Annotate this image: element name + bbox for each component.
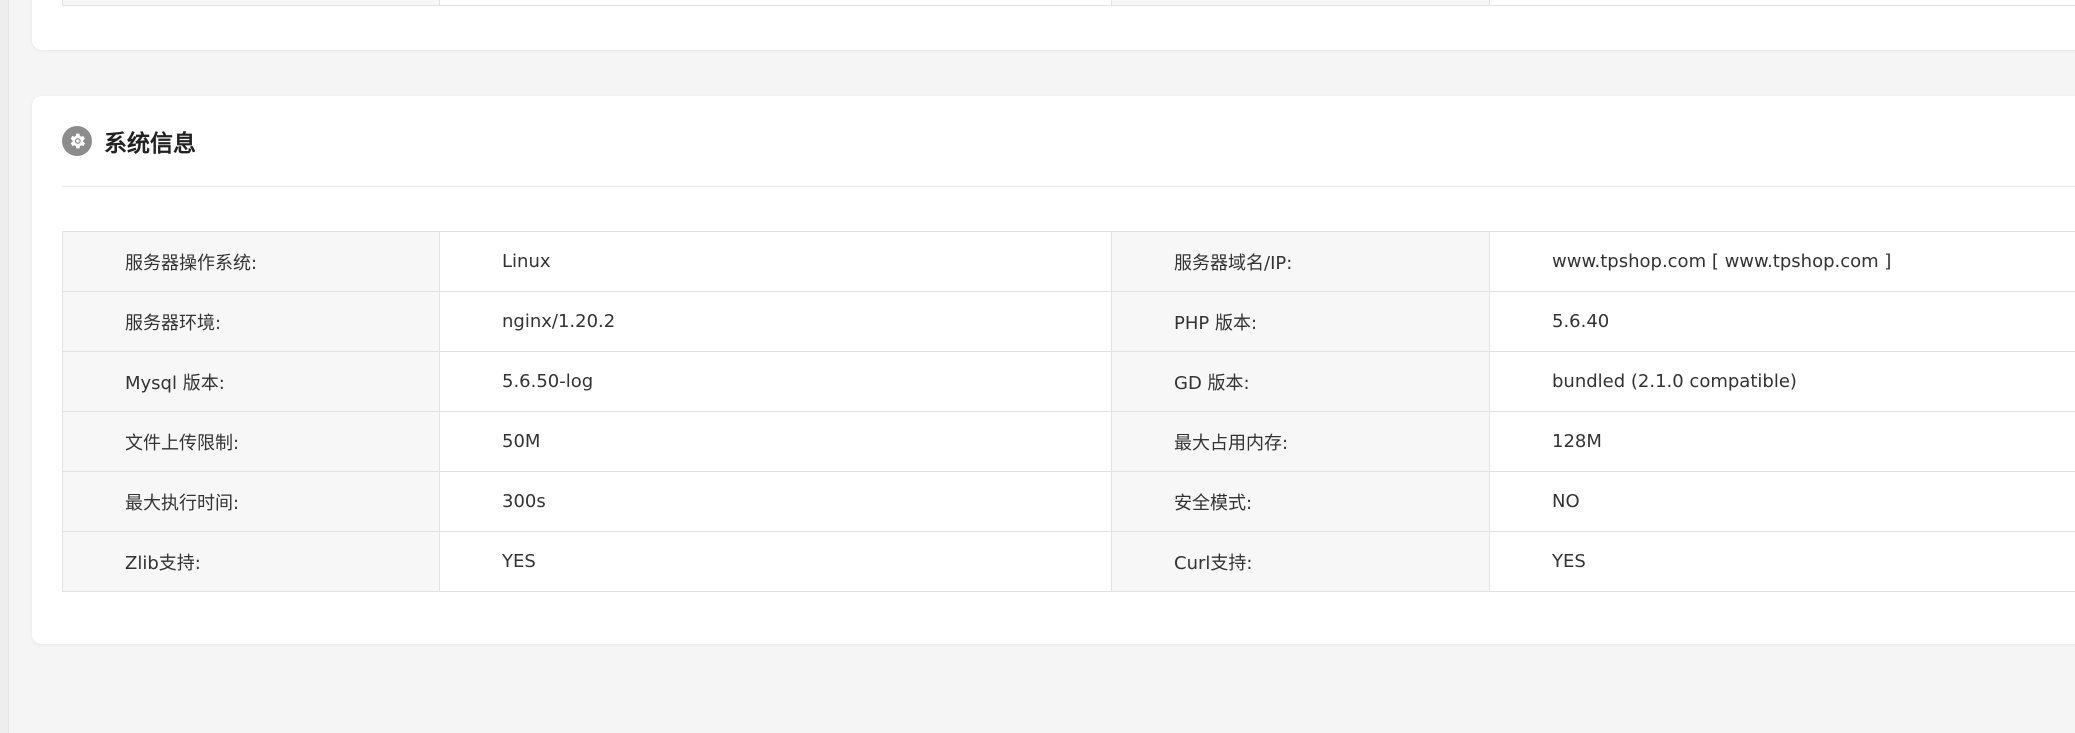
info-value: Linux (439, 231, 1112, 292)
info-value: 300s (439, 471, 1112, 532)
panel-header: 系统信息 (62, 96, 2075, 187)
info-value: 5.6.50-log (439, 351, 1112, 412)
table-row: 服务器环境: nginx/1.20.2 PHP 版本: 5.6.40 (62, 291, 2075, 352)
table-row: 服务器操作系统: Linux 服务器域名/IP: www.tpshop.com … (62, 231, 2075, 292)
system-info-panel: 系统信息 服务器操作系统: Linux 服务器域名/IP: www.tpshop… (32, 96, 2075, 644)
gear-icon (62, 126, 92, 156)
info-label: 安全模式: (1111, 471, 1490, 532)
info-label: GD 版本: (1111, 351, 1490, 412)
info-value: www.tpshop.com [ www.tpshop.com ] (1489, 231, 2075, 292)
info-label: 最大执行时间: (62, 471, 440, 532)
info-value: YES (439, 531, 1112, 592)
info-value: nginx/1.20.2 (439, 291, 1112, 352)
info-value: 50M (439, 411, 1112, 472)
info-label: Zlib支持: (62, 531, 440, 592)
info-label: 文件上传限制: (62, 411, 440, 472)
previous-table-bottom (62, 0, 2075, 6)
table-row: Mysql 版本: 5.6.50-log GD 版本: bundled (2.1… (62, 351, 2075, 412)
info-label: 服务器域名/IP: (1111, 231, 1490, 292)
table-row: Zlib支持: YES Curl支持: YES (62, 531, 2075, 592)
info-label: Curl支持: (1111, 531, 1490, 592)
system-info-table: 服务器操作系统: Linux 服务器域名/IP: www.tpshop.com … (62, 231, 2075, 592)
left-sidebar-edge (0, 0, 9, 733)
info-label: PHP 版本: (1111, 291, 1490, 352)
info-value: 5.6.40 (1489, 291, 2075, 352)
previous-table-cell (1112, 0, 1490, 5)
previous-table-cell (1490, 0, 2075, 5)
panel-title: 系统信息 (104, 131, 196, 157)
previous-table-cell (440, 0, 1112, 5)
info-value: NO (1489, 471, 2075, 532)
info-label: 服务器操作系统: (62, 231, 440, 292)
info-value: 128M (1489, 411, 2075, 472)
info-label: Mysql 版本: (62, 351, 440, 412)
info-label: 最大占用内存: (1111, 411, 1490, 472)
table-row: 文件上传限制: 50M 最大占用内存: 128M (62, 411, 2075, 472)
previous-panel (32, 0, 2075, 50)
info-label: 服务器环境: (62, 291, 440, 352)
info-value: YES (1489, 531, 2075, 592)
info-value: bundled (2.1.0 compatible) (1489, 351, 2075, 412)
previous-table-cell (63, 0, 440, 5)
table-row: 最大执行时间: 300s 安全模式: NO (62, 471, 2075, 532)
